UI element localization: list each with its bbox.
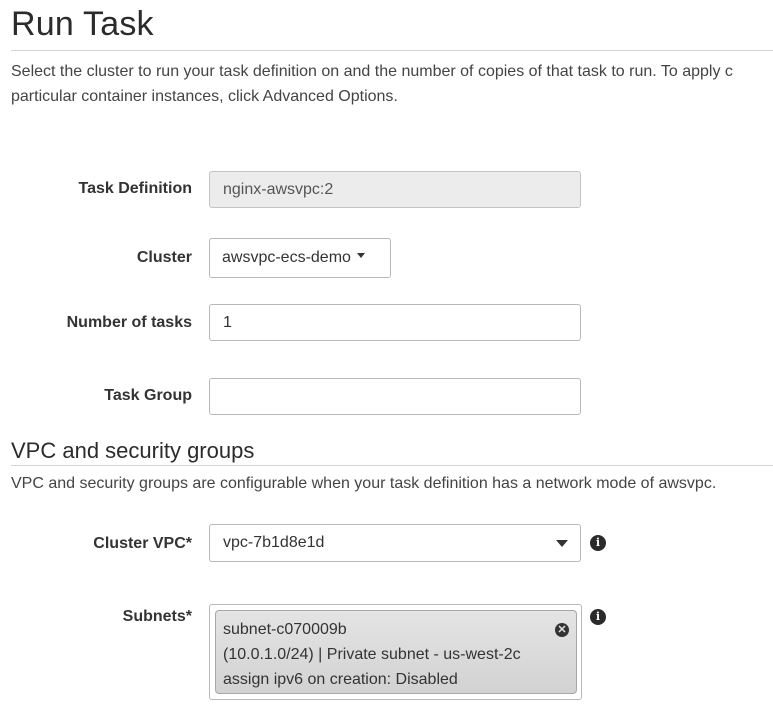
title-divider	[11, 50, 773, 51]
vpc-section-description: VPC and security groups are configurable…	[11, 475, 717, 492]
remove-icon[interactable]: ✕	[555, 623, 569, 637]
page-title: Run Task	[11, 5, 154, 43]
subnet-ipv6: assign ipv6 on creation: Disabled	[223, 671, 458, 688]
cluster-vpc-label: Cluster VPC*	[93, 535, 192, 552]
cluster-label: Cluster	[136, 249, 192, 266]
subnet-cidr: (10.0.1.0/24) | Private subnet - us-west…	[223, 646, 521, 663]
number-of-tasks-input[interactable]	[209, 304, 581, 341]
subnets-multiselect[interactable]: subnet-c070009b (10.0.1.0/24) | Private …	[209, 604, 582, 700]
task-definition-label: Task Definition	[78, 180, 193, 197]
number-of-tasks-label: Number of tasks	[66, 314, 192, 331]
caret-down-icon	[356, 253, 365, 259]
task-definition-field: nginx-awsvpc:2	[209, 171, 581, 208]
subnets-label: Subnets*	[122, 608, 192, 625]
info-icon[interactable]: i	[590, 609, 606, 625]
subnet-id: subnet-c070009b	[223, 621, 347, 638]
intro-text: Select the cluster to run your task defi…	[11, 59, 773, 109]
intro-line-2: particular container instances, click Ad…	[11, 88, 398, 105]
task-group-input[interactable]	[209, 378, 581, 415]
cluster-dropdown[interactable]: awsvpc-ecs-demo	[209, 238, 391, 278]
info-icon[interactable]: i	[590, 535, 606, 551]
intro-line-1: Select the cluster to run your task defi…	[11, 63, 733, 80]
vpc-section-title: VPC and security groups	[11, 438, 255, 463]
cluster-vpc-value: vpc-7b1d8e1d	[223, 534, 325, 551]
subnet-token: subnet-c070009b (10.0.1.0/24) | Private …	[215, 610, 577, 694]
cluster-vpc-select[interactable]: vpc-7b1d8e1d	[209, 524, 581, 562]
vpc-section-divider	[11, 465, 773, 466]
task-group-label: Task Group	[104, 387, 192, 404]
cluster-dropdown-value: awsvpc-ecs-demo	[222, 249, 351, 266]
caret-down-icon	[556, 540, 568, 547]
